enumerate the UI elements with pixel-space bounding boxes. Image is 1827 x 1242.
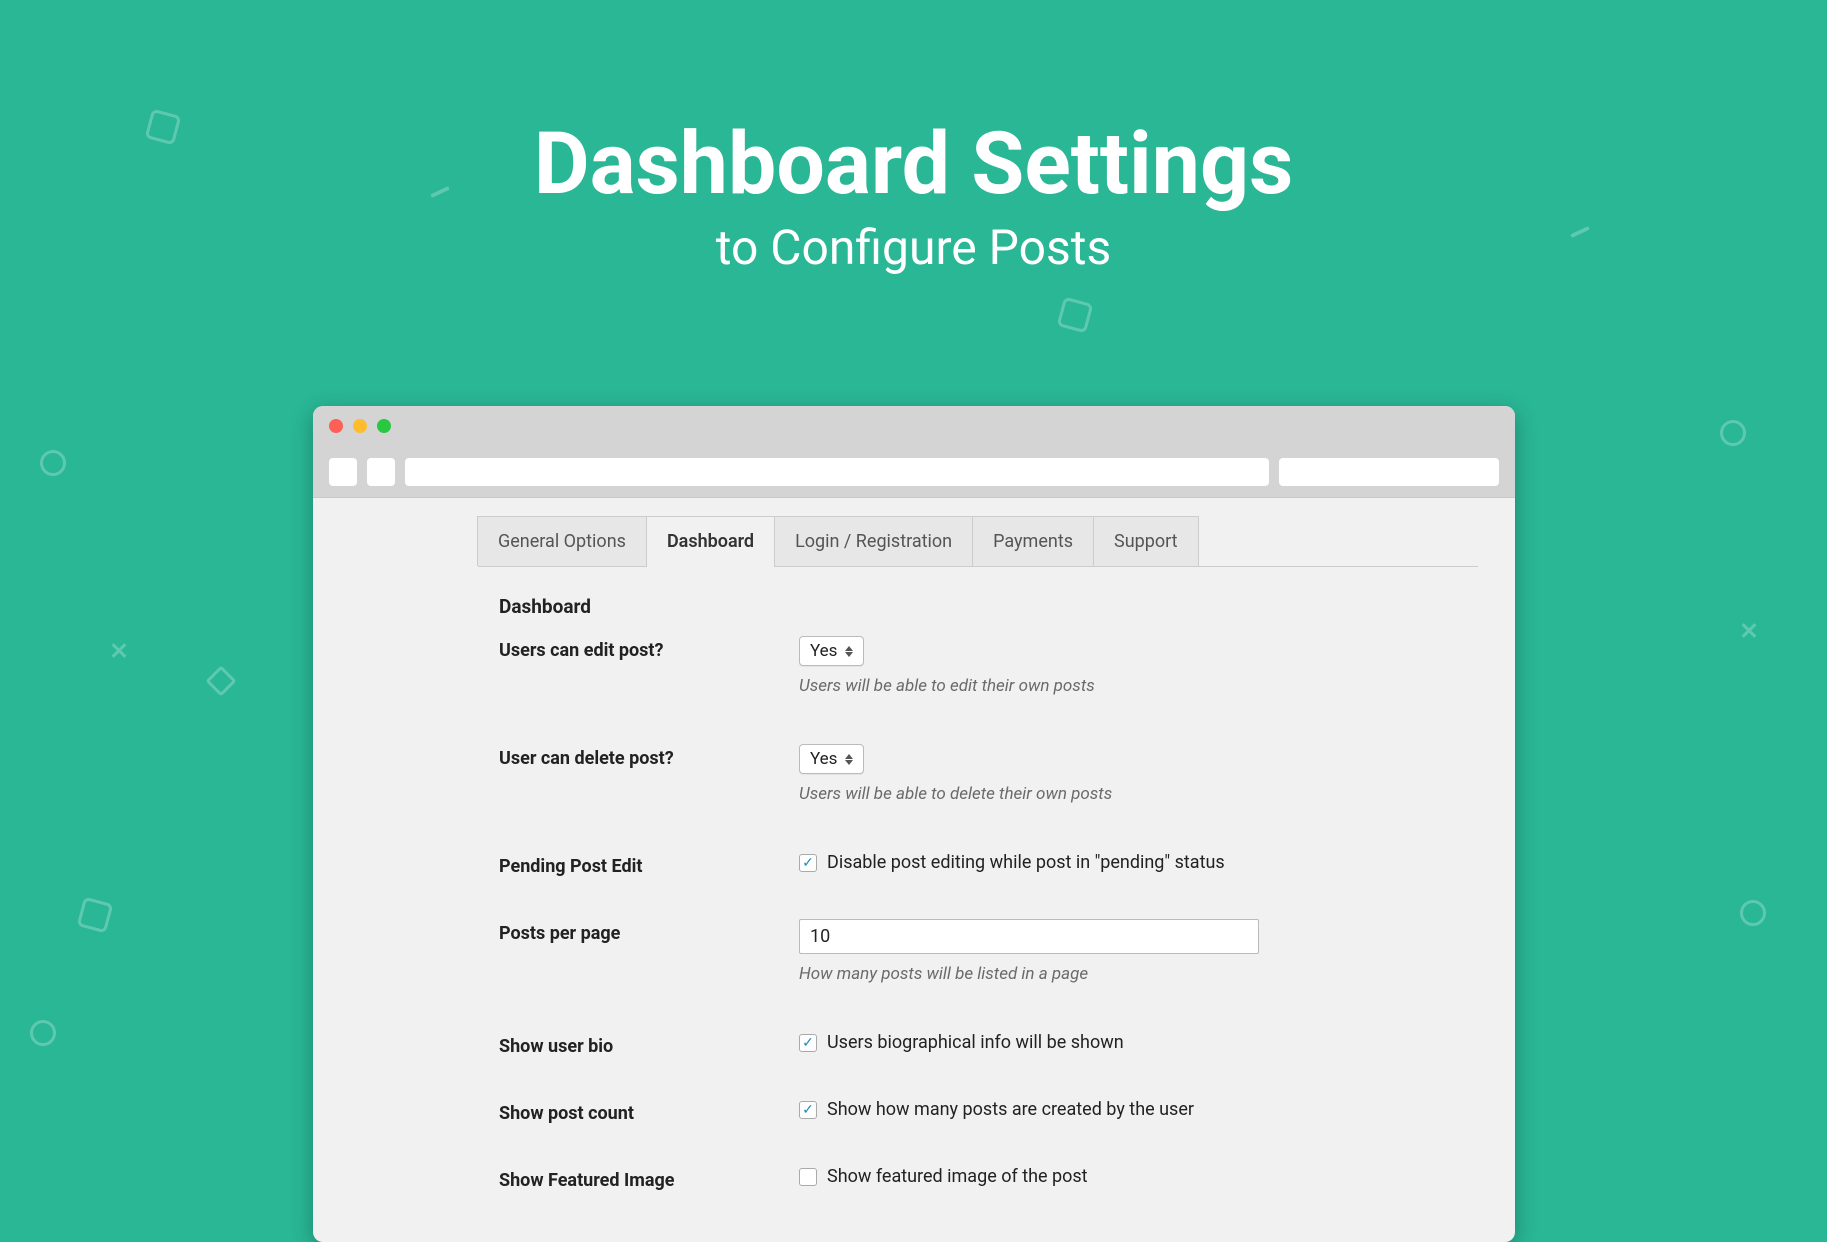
hint-user-can-delete: Users will be able to delete their own p…: [799, 784, 1399, 804]
toolbar: [313, 446, 1515, 498]
hero-subtitle: to Configure Posts: [0, 219, 1827, 276]
label-users-can-edit: Users can edit post?: [499, 636, 799, 661]
tab-support[interactable]: Support: [1093, 516, 1199, 566]
label-pending-post-edit: Pending Post Edit: [499, 852, 799, 877]
chevron-updown-icon: [845, 754, 853, 765]
settings-form: Users can edit post? Yes Users will be a…: [499, 636, 1515, 1191]
row-show-post-count: Show post count ✓ Show how many posts ar…: [499, 1099, 1399, 1124]
chevron-updown-icon: [845, 646, 853, 657]
tab-general-options[interactable]: General Options: [477, 516, 647, 566]
nav-forward-button[interactable]: [367, 458, 395, 486]
select-users-can-edit[interactable]: Yes: [799, 636, 864, 666]
checkbox-show-post-count[interactable]: ✓: [799, 1101, 817, 1119]
label-user-can-delete: User can delete post?: [499, 744, 799, 769]
window-close-icon[interactable]: [329, 419, 343, 433]
select-value: Yes: [810, 641, 837, 661]
hero-title: Dashboard Settings: [0, 118, 1827, 211]
row-show-featured-image: Show Featured Image Show featured image …: [499, 1166, 1399, 1191]
row-posts-per-page: Posts per page How many posts will be li…: [499, 919, 1399, 984]
checkbox-show-user-bio[interactable]: ✓: [799, 1034, 817, 1052]
address-bar[interactable]: [405, 458, 1269, 486]
hint-users-can-edit: Users will be able to edit their own pos…: [799, 676, 1399, 696]
row-user-can-delete: User can delete post? Yes Users will be …: [499, 744, 1399, 804]
checkbox-pending-post-edit[interactable]: ✓: [799, 854, 817, 872]
label-posts-per-page: Posts per page: [499, 919, 799, 944]
window-minimize-icon[interactable]: [353, 419, 367, 433]
checkbox-show-featured-image[interactable]: [799, 1168, 817, 1186]
section-title: Dashboard: [499, 595, 1515, 618]
titlebar: [313, 406, 1515, 446]
label-show-post-count: Show post count: [499, 1099, 799, 1124]
tab-dashboard[interactable]: Dashboard: [646, 516, 775, 566]
browser-window: General Options Dashboard Login / Regist…: [313, 406, 1515, 1242]
checkbox-label-pending: Disable post editing while post in "pend…: [827, 852, 1225, 873]
checkbox-label-bio: Users biographical info will be shown: [827, 1032, 1124, 1053]
select-user-can-delete[interactable]: Yes: [799, 744, 864, 774]
tab-payments[interactable]: Payments: [972, 516, 1094, 566]
row-users-can-edit: Users can edit post? Yes Users will be a…: [499, 636, 1399, 696]
tab-login-registration[interactable]: Login / Registration: [774, 516, 973, 566]
label-show-featured-image: Show Featured Image: [499, 1166, 799, 1191]
window-zoom-icon[interactable]: [377, 419, 391, 433]
row-show-user-bio: Show user bio ✓ Users biographical info …: [499, 1032, 1399, 1057]
checkbox-label-count: Show how many posts are created by the u…: [827, 1099, 1194, 1120]
select-value: Yes: [810, 749, 837, 769]
hint-posts-per-page: How many posts will be listed in a page: [799, 964, 1399, 984]
input-posts-per-page[interactable]: [799, 919, 1259, 954]
hero: Dashboard Settings to Configure Posts: [0, 118, 1827, 276]
checkbox-label-featured: Show featured image of the post: [827, 1166, 1088, 1187]
nav-back-button[interactable]: [329, 458, 357, 486]
tabs: General Options Dashboard Login / Regist…: [478, 516, 1478, 567]
search-bar[interactable]: [1279, 458, 1499, 486]
label-show-user-bio: Show user bio: [499, 1032, 799, 1057]
content: General Options Dashboard Login / Regist…: [313, 516, 1515, 1191]
row-pending-post-edit: Pending Post Edit ✓ Disable post editing…: [499, 852, 1399, 877]
